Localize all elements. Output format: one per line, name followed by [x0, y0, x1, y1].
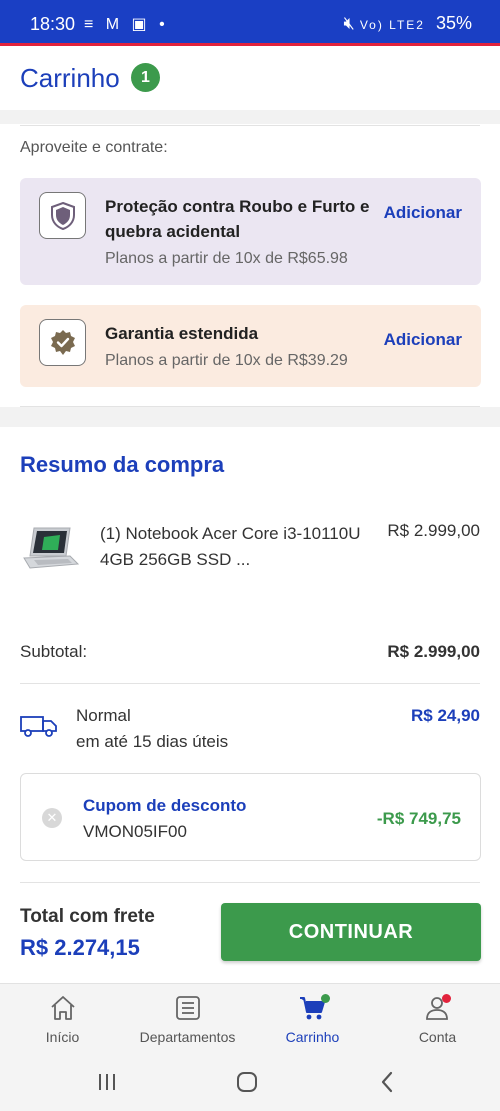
section-separator: [0, 407, 500, 427]
offer-title: Proteção contra Roubo e Furto e quebra a…: [105, 197, 370, 241]
product-thumbnail: [23, 527, 80, 569]
coupon-discount: -R$ 749,75: [376, 809, 461, 828]
status-bar: 18:30 ≡ M ▣ • 🔇︎ Vo) LTE2 35%: [0, 0, 500, 46]
nav-label: Conta: [418, 1029, 457, 1045]
shipping-eta: em até 15 dias úteis: [76, 732, 229, 751]
notification-icons: ≡ M ▣ •: [84, 16, 169, 33]
subtotal-label: Subtotal:: [20, 642, 88, 661]
shipping-price: R$ 24,90: [411, 706, 480, 725]
status-time: 18:30: [30, 14, 76, 34]
nav-item-conta[interactable]: Conta: [375, 984, 500, 1054]
product-name: (1) Notebook Acer Core i3-10110U 4GB 256…: [100, 524, 361, 569]
section-separator: [0, 110, 500, 124]
coupon-label: Cupom de desconto: [83, 796, 247, 815]
product-price: R$ 2.999,00: [387, 521, 480, 540]
offer-extended-warranty: Garantia estendida Planos a partir de 10…: [20, 305, 481, 387]
status-right: 🔇︎ Vo) LTE2 35%: [343, 13, 472, 34]
nav-label: Departamentos: [139, 1029, 236, 1045]
remove-coupon-icon[interactable]: ✕: [42, 808, 62, 828]
truck-icon: [20, 716, 57, 737]
offer-subtitle: Planos a partir de 10x de R$65.98: [105, 250, 348, 267]
page-header: Carrinho 1: [0, 46, 500, 110]
offer-subtitle: Planos a partir de 10x de R$39.29: [105, 352, 348, 369]
offers-hint: Aproveite e contrate:: [20, 139, 168, 156]
subtotal-value: R$ 2.999,00: [387, 642, 480, 661]
page-title: Carrinho: [20, 63, 120, 93]
total-value: R$ 2.274,15: [20, 935, 140, 960]
nav-label: Início: [45, 1029, 80, 1045]
shipping-method: Normal: [76, 706, 131, 725]
nav-label: Carrinho: [285, 1029, 340, 1045]
nav-item-carrinho[interactable]: Carrinho: [250, 984, 375, 1054]
home-button-icon[interactable]: [232, 1069, 262, 1095]
battery-level: 35%: [435, 13, 472, 33]
mute-icon: 🔇︎: [343, 13, 355, 33]
coupon-card: ✕ Cupom de desconto VMON05IF00 -R$ 749,7…: [20, 773, 481, 861]
divider: [20, 683, 480, 684]
nav-item-departamentos[interactable]: Departamentos: [125, 984, 250, 1054]
coupon-code: VMON05IF00: [83, 822, 187, 841]
home-icon: [50, 996, 75, 1020]
add-theft-protection-button[interactable]: Adicionar: [384, 203, 462, 223]
system-nav-bar: [0, 1053, 500, 1111]
bottom-nav: Início Departamentos Carrinho Conta: [0, 983, 500, 1053]
cart-count-badge: 1: [131, 63, 160, 92]
continue-button[interactable]: CONTINUAR: [221, 903, 481, 961]
divider: [20, 125, 480, 126]
recent-apps-icon[interactable]: [92, 1069, 122, 1095]
add-warranty-button[interactable]: Adicionar: [384, 330, 462, 350]
product-row[interactable]: (1) Notebook Acer Core i3-10110U 4GB 256…: [20, 518, 480, 588]
offer-title: Garantia estendida: [105, 324, 259, 343]
signal-indicator: Vo) LTE2: [359, 18, 425, 32]
nav-item-inicio[interactable]: Início: [0, 984, 125, 1054]
offer-theft-protection: Proteção contra Roubo e Furto e quebra a…: [20, 178, 481, 285]
account-dot-indicator: [442, 994, 451, 1003]
total-label: Total com frete: [20, 906, 155, 927]
back-icon[interactable]: [372, 1069, 402, 1095]
badge-check-icon: [39, 319, 86, 366]
shield-icon: [39, 192, 86, 239]
summary-title: Resumo da compra: [20, 452, 225, 477]
divider: [20, 882, 480, 883]
list-icon: [175, 996, 200, 1020]
cart-dot-indicator: [321, 994, 330, 1003]
